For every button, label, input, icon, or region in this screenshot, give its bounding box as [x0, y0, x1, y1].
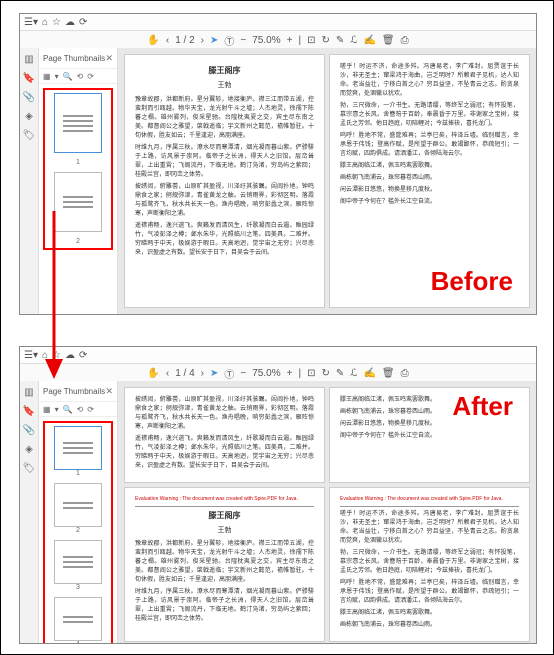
thumb-more-icon[interactable]: ⟳ — [87, 72, 94, 81]
fit-icon[interactable]: ⊡ — [307, 368, 315, 379]
tag-tab-icon[interactable]: 🏷 — [23, 130, 36, 141]
hand-tool-icon[interactable]: ✋ — [147, 35, 159, 46]
thumbnails-toolbar: ▦ ▾ 🔍 ⟲ ⟳ — [39, 69, 117, 84]
thumbnails-title: Page Thumbnails — [43, 387, 105, 396]
bookmarks-tab-icon[interactable]: 🔖 — [23, 73, 35, 84]
thumb-rotate-icon[interactable]: ⟲ — [77, 72, 84, 81]
forward-icon[interactable]: › — [201, 368, 204, 379]
edit-icon[interactable]: ✎ — [336, 368, 344, 379]
left-rail: ▥ 🔖 📎 ◈ 🏷 — [20, 48, 39, 314]
page-thumb-1[interactable] — [54, 426, 102, 470]
forward-icon[interactable]: › — [201, 35, 204, 46]
thumb-rotate-icon[interactable]: ⟲ — [77, 405, 84, 414]
divider-icon: | — [298, 35, 301, 46]
cursor-icon[interactable]: ➤ — [210, 35, 218, 46]
trash-icon[interactable]: 🗑 — [382, 35, 395, 46]
text-select-icon[interactable]: Ⓣ — [224, 33, 234, 48]
thumb-options-icon[interactable]: ▾ — [55, 405, 59, 414]
tag-tab-icon[interactable]: 🏷 — [23, 463, 36, 474]
hand-tool-icon[interactable]: ✋ — [147, 368, 159, 379]
thumbnails-panel: Page Thumbnails ✕ ▦ ▾ 🔍 ⟲ ⟳ — [39, 381, 118, 643]
page-indicator[interactable]: 1 / 2 — [175, 35, 194, 46]
left-rail: ▥ 🔖 📎 ◈ 🏷 — [20, 381, 39, 643]
annotate-icon[interactable]: ℒ — [350, 35, 357, 46]
thumb-label-2: 2 — [54, 527, 102, 534]
thumbnails-toolbar: ▦ ▾ 🔍 ⟲ ⟳ — [39, 402, 117, 417]
thumbnails-tab-icon[interactable]: ▥ — [24, 387, 33, 398]
page-thumb-2[interactable] — [54, 483, 102, 527]
titlebar: ☰▾ ⌂ ☆ ☁ ⟳ — [20, 347, 536, 364]
transition-arrow — [39, 211, 69, 381]
thumb-label-2: 2 — [76, 238, 80, 245]
home-icon[interactable]: ⌂ — [42, 17, 48, 28]
doc-title: 滕王阁序 — [135, 510, 314, 522]
zoom-in-icon[interactable]: + — [287, 35, 293, 46]
page-thumb-4[interactable] — [54, 597, 102, 641]
cursor-icon[interactable]: ➤ — [210, 368, 218, 379]
print-icon[interactable]: ⎙ — [401, 35, 409, 46]
thumbnails-title: Page Thumbnails — [43, 54, 105, 63]
page-3: Evaluation Warning : The document was cr… — [124, 487, 325, 642]
attachments-tab-icon[interactable]: 📎 — [23, 92, 35, 103]
star-icon[interactable]: ☆ — [52, 17, 61, 28]
refresh-icon[interactable]: ⟳ — [79, 350, 87, 361]
close-panel-icon[interactable]: ✕ — [105, 53, 113, 64]
print-icon[interactable]: ⎙ — [401, 368, 409, 379]
layers-tab-icon[interactable]: ◈ — [25, 111, 33, 122]
rotate-icon[interactable]: ↻ — [321, 35, 329, 46]
menu-icon[interactable]: ☰▾ — [24, 350, 38, 361]
zoom-out-icon[interactable]: − — [240, 368, 246, 379]
thumb-label-4: 4 — [54, 641, 102, 643]
back-icon[interactable]: ‹ — [166, 35, 169, 46]
thumb-label-1: 1 — [54, 470, 102, 477]
menu-icon[interactable]: ☰▾ — [24, 17, 38, 28]
thumb-options-icon[interactable]: ▾ — [55, 72, 59, 81]
page-1: 披绣闼，俯雕甍，山原旷其盈视，川泽纡其骇瞩。闾阎扑地，钟鸣鼎食之家；舸舰弥津，青… — [124, 387, 325, 483]
thumbnails-tab-icon[interactable]: ▥ — [24, 54, 33, 65]
layers-tab-icon[interactable]: ◈ — [25, 444, 33, 455]
zoom-level[interactable]: 75.0% — [252, 368, 280, 379]
close-panel-icon[interactable]: ✕ — [105, 386, 113, 397]
page-1: 滕王阁序 王勃 豫章故郡，洪都新府。星分翼轸，地接衡庐。襟三江而带五湖，控蛮荆而… — [124, 54, 325, 308]
bookmarks-tab-icon[interactable]: 🔖 — [23, 406, 35, 417]
thumb-zoom-icon[interactable]: 🔍 — [63, 405, 73, 414]
back-icon[interactable]: ‹ — [166, 368, 169, 379]
page-4: Evaluation Warning : The document was cr… — [329, 487, 530, 642]
divider-icon: | — [298, 368, 301, 379]
edit-icon[interactable]: ✎ — [336, 35, 344, 46]
zoom-out-icon[interactable]: − — [240, 35, 246, 46]
thumb-label-3: 3 — [54, 584, 102, 591]
before-label: Before — [431, 266, 513, 297]
thumb-label-1: 1 — [76, 159, 80, 166]
sign-icon[interactable]: ✍ — [363, 35, 375, 46]
zoom-in-icon[interactable]: + — [287, 368, 293, 379]
page-thumb-3[interactable] — [54, 540, 102, 584]
thumb-view-icon[interactable]: ▦ — [43, 72, 51, 81]
rotate-icon[interactable]: ↻ — [321, 368, 329, 379]
after-label: After — [452, 391, 513, 422]
thumb-selection-highlight: 1 2 3 — [43, 421, 113, 643]
doc-title: 滕王阁序 — [135, 65, 314, 77]
thumbnails-header: Page Thumbnails ✕ — [39, 381, 117, 402]
thumb-more-icon[interactable]: ⟳ — [87, 405, 94, 414]
thumb-zoom-icon[interactable]: 🔍 — [63, 72, 73, 81]
annotate-icon[interactable]: ℒ — [350, 368, 357, 379]
watermark-text: Evaluation Warning : The document was cr… — [340, 496, 519, 507]
zoom-level[interactable]: 75.0% — [252, 35, 280, 46]
text-select-icon[interactable]: Ⓣ — [224, 366, 234, 381]
watermark-text: Evaluation Warning : The document was cr… — [135, 496, 314, 507]
page-indicator[interactable]: 1 / 4 — [175, 368, 194, 379]
attachments-tab-icon[interactable]: 📎 — [23, 425, 35, 436]
refresh-icon[interactable]: ⟳ — [79, 17, 87, 28]
thumb-view-icon[interactable]: ▦ — [43, 405, 51, 414]
doc-author: 王勃 — [135, 81, 314, 92]
trash-icon[interactable]: 🗑 — [382, 368, 395, 379]
page-thumb-1[interactable] — [54, 93, 102, 153]
fit-icon[interactable]: ⊡ — [307, 35, 315, 46]
cloud-icon[interactable]: ☁ — [65, 17, 75, 28]
doc-author: 王勃 — [135, 526, 314, 537]
titlebar: ☰▾ ⌂ ☆ ☁ ⟳ — [20, 14, 536, 31]
sign-icon[interactable]: ✍ — [363, 368, 375, 379]
thumbnails-header: Page Thumbnails ✕ — [39, 48, 117, 69]
